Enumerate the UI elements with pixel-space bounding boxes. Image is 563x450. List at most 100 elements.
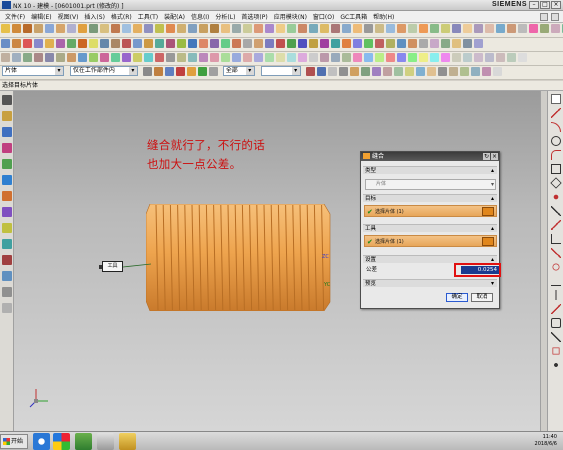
chamfer-curve-icon[interactable] bbox=[210, 39, 219, 48]
intersection-curve-icon[interactable] bbox=[122, 39, 131, 48]
menu-edit[interactable]: 编辑(E) bbox=[28, 12, 54, 21]
feature-icon[interactable] bbox=[100, 53, 109, 62]
snap-arc-icon[interactable] bbox=[397, 39, 406, 48]
reuse-library-icon[interactable] bbox=[2, 159, 12, 169]
snap-face2-icon[interactable] bbox=[426, 67, 436, 76]
export-icon[interactable] bbox=[463, 53, 472, 62]
manufacturing-wizard-icon[interactable] bbox=[2, 255, 12, 265]
snap-vertex-icon[interactable] bbox=[463, 39, 472, 48]
snap-existing-icon[interactable] bbox=[353, 39, 362, 48]
help-icon[interactable] bbox=[551, 12, 559, 21]
menu-file[interactable]: 文件(F) bbox=[2, 12, 28, 21]
color-icon[interactable] bbox=[529, 24, 538, 33]
menu-analysis[interactable]: 分析(L) bbox=[212, 12, 238, 21]
groove-icon[interactable] bbox=[210, 24, 219, 33]
line-tool-icon[interactable] bbox=[550, 108, 561, 118]
snap-tan-icon[interactable] bbox=[371, 67, 381, 76]
law-extension-icon[interactable] bbox=[408, 24, 417, 33]
annotation-select-icon[interactable] bbox=[199, 53, 208, 62]
synchronous-icon[interactable] bbox=[353, 53, 362, 62]
snap-off-icon[interactable] bbox=[492, 67, 502, 76]
snap-on-icon[interactable] bbox=[360, 67, 370, 76]
face-icon[interactable] bbox=[122, 53, 131, 62]
offset-curve-icon[interactable] bbox=[100, 39, 109, 48]
app-icon[interactable] bbox=[75, 433, 92, 450]
rib-icon[interactable] bbox=[221, 24, 230, 33]
filter-icon[interactable] bbox=[78, 53, 87, 62]
trim-curve-icon[interactable] bbox=[166, 39, 175, 48]
save-icon[interactable] bbox=[507, 53, 516, 62]
draft-icon[interactable] bbox=[89, 24, 98, 33]
snap-body-icon[interactable] bbox=[452, 39, 461, 48]
extract-icon[interactable] bbox=[320, 24, 329, 33]
reset-filter-icon[interactable] bbox=[309, 53, 318, 62]
palette-icon[interactable] bbox=[2, 303, 12, 313]
select-body-icon[interactable] bbox=[164, 67, 174, 76]
constraint-icon[interactable] bbox=[243, 39, 252, 48]
close-icon[interactable]: × bbox=[551, 1, 561, 9]
explode-icon[interactable] bbox=[265, 39, 274, 48]
journal-icon[interactable] bbox=[430, 53, 439, 62]
csys-select-icon[interactable] bbox=[210, 53, 219, 62]
unite-icon[interactable] bbox=[111, 24, 120, 33]
curve-icon[interactable] bbox=[133, 53, 142, 62]
menu-gc-toolkit[interactable]: GC工具箱 bbox=[337, 12, 370, 21]
menu-format[interactable]: 格式(R) bbox=[108, 12, 135, 21]
snap-control-icon[interactable] bbox=[419, 39, 428, 48]
polygon-icon[interactable] bbox=[56, 39, 65, 48]
undo-icon[interactable] bbox=[1, 53, 10, 62]
edit-object-icon[interactable] bbox=[540, 24, 549, 33]
assembly-nav-icon[interactable] bbox=[2, 111, 12, 121]
reset-icon[interactable]: ↻ bbox=[483, 153, 490, 160]
snap-curve-icon[interactable] bbox=[430, 39, 439, 48]
delete-face-icon[interactable] bbox=[243, 24, 252, 33]
snap-grid2-icon[interactable] bbox=[448, 67, 458, 76]
section-tool[interactable]: 工具 bbox=[363, 224, 497, 233]
hole-icon[interactable] bbox=[34, 24, 43, 33]
snap-end-icon[interactable] bbox=[305, 67, 315, 76]
thread-icon[interactable] bbox=[199, 24, 208, 33]
plot-icon[interactable] bbox=[496, 53, 505, 62]
mirror-icon[interactable] bbox=[155, 24, 164, 33]
quick-pick-icon[interactable] bbox=[89, 53, 98, 62]
web-browser-icon[interactable] bbox=[2, 191, 12, 201]
template-icon[interactable] bbox=[342, 53, 351, 62]
snap-midpoint-icon[interactable] bbox=[287, 39, 296, 48]
convert-tool-icon[interactable] bbox=[550, 332, 561, 342]
snap-grid-icon[interactable] bbox=[408, 39, 417, 48]
isoparametric-icon[interactable] bbox=[133, 39, 142, 48]
pattern-icon[interactable] bbox=[144, 24, 153, 33]
menu-application[interactable]: 应用模块(N) bbox=[271, 12, 310, 21]
chamfer-icon[interactable] bbox=[67, 24, 76, 33]
nx-task-icon[interactable] bbox=[97, 433, 114, 450]
system-materials-icon[interactable] bbox=[2, 223, 12, 233]
print-icon[interactable] bbox=[485, 53, 494, 62]
spline-icon[interactable] bbox=[67, 39, 76, 48]
ribbon-side-tab[interactable] bbox=[540, 91, 547, 431]
thicken-icon[interactable] bbox=[188, 24, 197, 33]
roles-icon[interactable] bbox=[386, 53, 395, 62]
hide-icon[interactable] bbox=[551, 24, 560, 33]
point-select-icon[interactable] bbox=[155, 53, 164, 62]
snap-int-icon[interactable] bbox=[349, 67, 359, 76]
delete-icon[interactable] bbox=[45, 53, 54, 62]
redo-icon[interactable] bbox=[12, 53, 21, 62]
history-icon[interactable] bbox=[375, 53, 384, 62]
divide-curve-icon[interactable] bbox=[177, 39, 186, 48]
direct-model-icon[interactable] bbox=[364, 53, 373, 62]
measure-icon[interactable] bbox=[441, 24, 450, 33]
split-body-icon[interactable] bbox=[331, 24, 340, 33]
filter-settings-icon[interactable] bbox=[142, 67, 152, 76]
command-finder-icon[interactable] bbox=[397, 53, 406, 62]
resize-icon[interactable] bbox=[265, 24, 274, 33]
sketch-tool-icon[interactable] bbox=[550, 94, 561, 104]
join-curve-icon[interactable] bbox=[155, 39, 164, 48]
relations-tool-icon[interactable] bbox=[550, 318, 561, 328]
snap-center-icon[interactable] bbox=[298, 39, 307, 48]
gear-icon[interactable] bbox=[2, 95, 12, 105]
snap-exist-icon[interactable] bbox=[393, 67, 403, 76]
patch-icon[interactable] bbox=[298, 24, 307, 33]
snap-pole-icon[interactable] bbox=[364, 39, 373, 48]
snap-quad-icon[interactable] bbox=[338, 67, 348, 76]
swept-icon[interactable] bbox=[342, 24, 351, 33]
